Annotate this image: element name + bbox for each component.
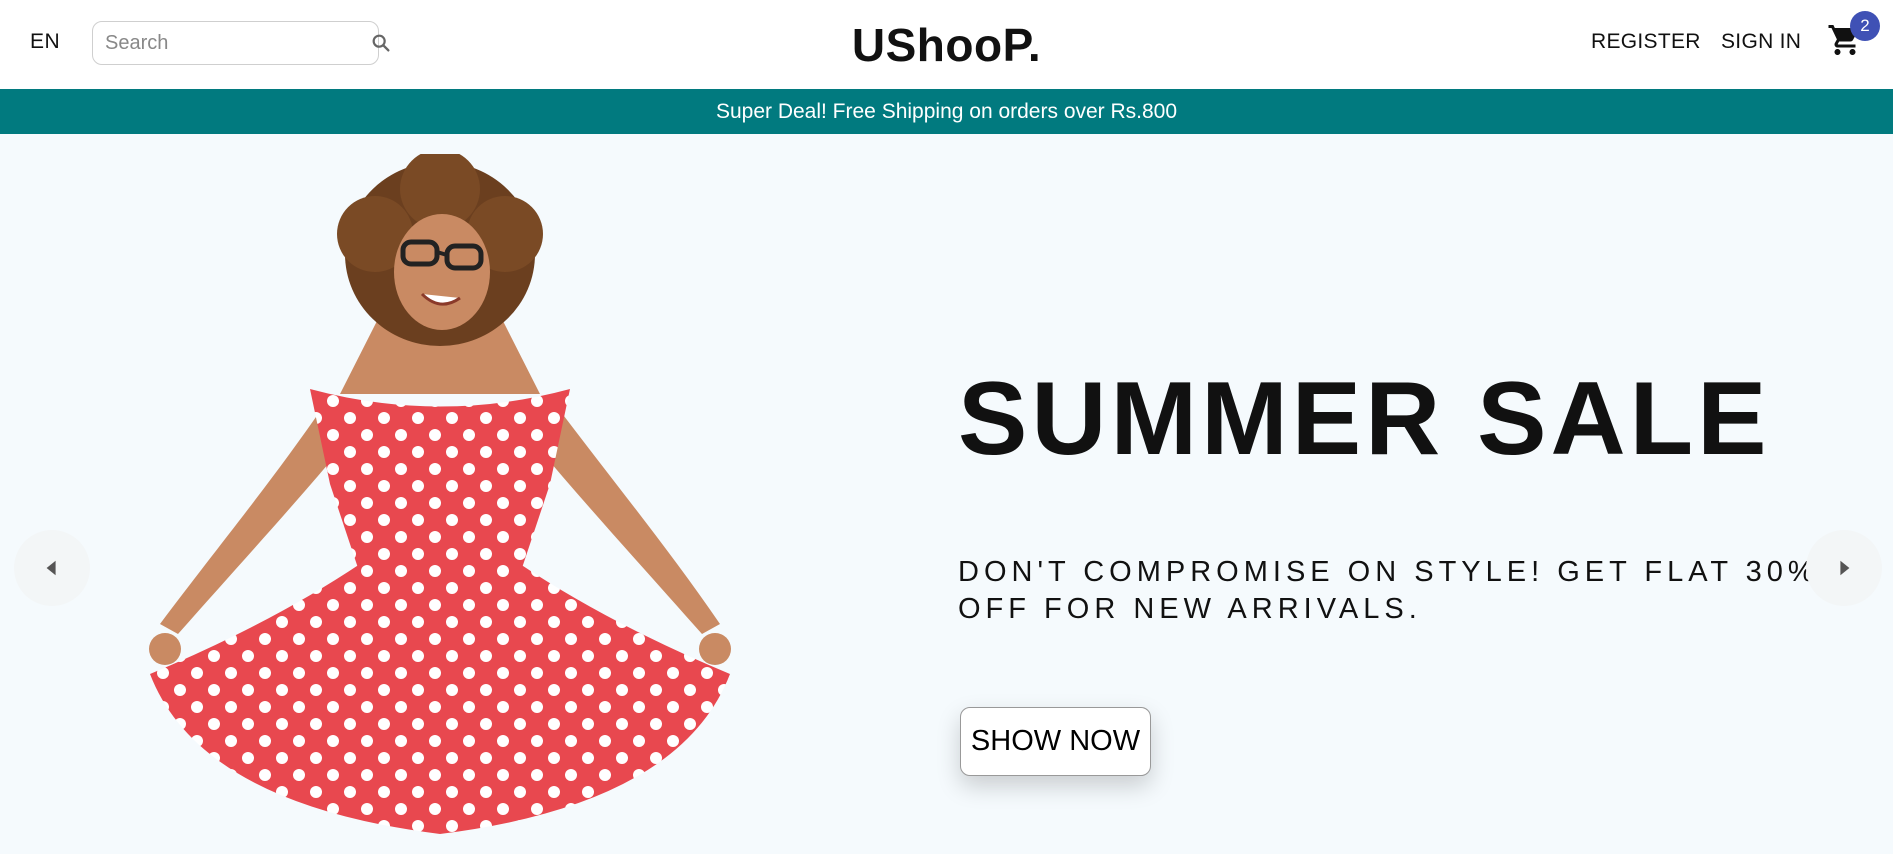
- hero-image: [120, 154, 760, 834]
- hero-slider: SUMMER SALE DON'T COMPROMISE ON STYLE! G…: [0, 134, 1893, 854]
- woman-in-polka-dot-dress-illustration: [149, 154, 731, 834]
- sign-in-link[interactable]: SIGN IN: [1721, 30, 1801, 54]
- logo-text[interactable]: UShooP.: [852, 18, 1041, 72]
- slider-prev-button[interactable]: [14, 530, 90, 606]
- announcement-bar: Super Deal! Free Shipping on orders over…: [0, 89, 1893, 134]
- slide-title: SUMMER SALE: [958, 361, 1771, 477]
- register-link[interactable]: REGISTER: [1591, 30, 1701, 54]
- cart-button[interactable]: 2: [1827, 11, 1880, 62]
- show-now-button[interactable]: SHOW NOW: [960, 707, 1151, 776]
- arrow-right-icon: [1835, 559, 1853, 577]
- arrow-left-icon: [43, 559, 61, 577]
- cart-count-badge: 2: [1850, 11, 1880, 41]
- navbar: EN UShooP. REGISTER SIGN IN 2: [0, 0, 1893, 89]
- slide-description: DON'T COMPROMISE ON STYLE! GET FLAT 30% …: [958, 556, 1819, 625]
- slider-next-button[interactable]: [1806, 530, 1882, 606]
